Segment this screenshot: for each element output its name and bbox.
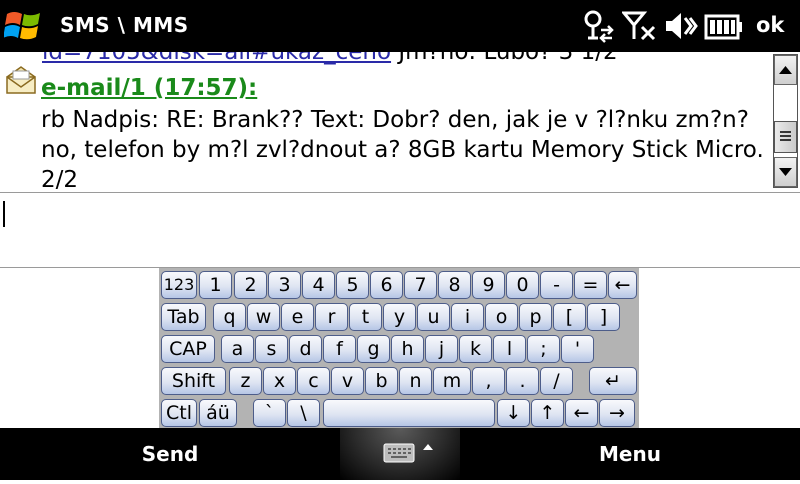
softkey-bar: Send Menu: [0, 428, 800, 480]
scroll-thumb[interactable]: [774, 121, 797, 153]
key-c[interactable]: c: [297, 367, 330, 395]
scrollbar[interactable]: [773, 54, 798, 188]
key-n[interactable]: n: [399, 367, 432, 395]
envelope-icon: [6, 66, 36, 94]
grip-icon: [780, 131, 791, 141]
key-b[interactable]: b: [365, 367, 398, 395]
key-y[interactable]: y: [383, 303, 416, 331]
key-tab[interactable]: Tab: [161, 303, 206, 331]
space-key[interactable]: [323, 399, 495, 427]
enter-key[interactable]: ↵: [589, 367, 637, 395]
arrow-down-key[interactable]: ↓: [497, 399, 530, 427]
key-7[interactable]: 7: [404, 271, 437, 299]
key-ctl[interactable]: Ctl: [161, 399, 197, 427]
key-c91[interactable]: [: [553, 303, 586, 331]
key-t[interactable]: t: [349, 303, 382, 331]
key-d[interactable]: d: [289, 335, 322, 363]
connectivity-icon[interactable]: [582, 8, 616, 44]
key-c39[interactable]: ': [561, 335, 594, 363]
key-u[interactable]: u: [417, 303, 450, 331]
text-caret: [3, 201, 5, 227]
key-c59[interactable]: ;: [527, 335, 560, 363]
key-g[interactable]: g: [357, 335, 390, 363]
previous-message-text: Jm?no: Lubo? 3 1/2: [391, 52, 618, 65]
key-z[interactable]: z: [229, 367, 262, 395]
previous-message-line: ld=7105&disk=all#ukaz_ceno Jm?no: Lubo? …: [42, 52, 618, 65]
windows-start-icon[interactable]: [3, 8, 44, 44]
key-x[interactable]: x: [263, 367, 296, 395]
arrow-down-icon: [779, 168, 792, 176]
key-1[interactable]: 1: [199, 271, 232, 299]
key-shift[interactable]: Shift: [161, 367, 226, 395]
key-6[interactable]: 6: [370, 271, 403, 299]
key-c47[interactable]: /: [540, 367, 573, 395]
key-j[interactable]: j: [425, 335, 458, 363]
app-title: SMS \ MMS: [60, 13, 189, 37]
soft-keyboard: 123 1 2 3 4 5 6 7 8 9 0- = ← Tab q w e r t y u i o p[] CAP a s d f g h…: [159, 268, 639, 428]
title-bar: SMS \ MMS ok: [0, 0, 800, 52]
key-c61[interactable]: =: [574, 271, 607, 299]
key-cap[interactable]: CAP: [161, 335, 215, 363]
key-3[interactable]: 3: [268, 271, 301, 299]
scroll-down-button[interactable]: [774, 157, 797, 187]
key-9[interactable]: 9: [472, 271, 505, 299]
key-áü[interactable]: áü: [199, 399, 237, 427]
scroll-up-button[interactable]: [774, 55, 797, 85]
message-header[interactable]: e-mail/1 (17:57):: [41, 75, 257, 101]
message-input[interactable]: [0, 193, 800, 268]
key-5[interactable]: 5: [336, 271, 369, 299]
arrow-up-icon: [779, 66, 792, 74]
key-c45[interactable]: -: [540, 271, 573, 299]
key-f[interactable]: f: [323, 335, 356, 363]
key-c93[interactable]: ]: [587, 303, 620, 331]
backspace-key[interactable]: ←: [608, 271, 637, 299]
key-p[interactable]: p: [519, 303, 552, 331]
key-123[interactable]: 123: [161, 271, 197, 299]
key-v[interactable]: v: [331, 367, 364, 395]
keyboard-icon: [383, 443, 433, 463]
arrow-left-key[interactable]: ←: [565, 399, 598, 427]
send-button[interactable]: Send: [0, 428, 340, 480]
key-c92[interactable]: \: [287, 399, 320, 427]
key-4[interactable]: 4: [302, 271, 335, 299]
arrow-up-key[interactable]: ↑: [531, 399, 564, 427]
key-c46[interactable]: .: [506, 367, 539, 395]
menu-button[interactable]: Menu: [460, 428, 800, 480]
key-i[interactable]: i: [451, 303, 484, 331]
key-q[interactable]: q: [213, 303, 246, 331]
message-view[interactable]: ld=7105&disk=all#ukaz_ceno Jm?no: Lubo? …: [0, 52, 800, 193]
key-c96[interactable]: `: [253, 399, 286, 427]
key-e[interactable]: e: [281, 303, 314, 331]
key-s[interactable]: s: [255, 335, 288, 363]
key-2[interactable]: 2: [234, 271, 267, 299]
key-m[interactable]: m: [433, 367, 471, 395]
key-o[interactable]: o: [485, 303, 518, 331]
battery-icon[interactable]: [704, 8, 744, 44]
ok-button[interactable]: ok: [756, 13, 784, 37]
key-l[interactable]: l: [493, 335, 526, 363]
signal-off-icon[interactable]: [622, 8, 658, 44]
message-body: rb Nadpis: RE: Brank?? Text: Dobr? den, …: [41, 107, 764, 193]
key-a[interactable]: a: [221, 335, 254, 363]
key-c44[interactable]: ,: [472, 367, 505, 395]
message-link[interactable]: ld=7105&disk=all#ukaz_ceno: [42, 52, 391, 65]
key-w[interactable]: w: [247, 303, 280, 331]
key-r[interactable]: r: [315, 303, 348, 331]
key-k[interactable]: k: [459, 335, 492, 363]
key-8[interactable]: 8: [438, 271, 471, 299]
key-0[interactable]: 0: [506, 271, 539, 299]
input-panel-button[interactable]: [340, 428, 460, 480]
speaker-muted-icon[interactable]: [664, 8, 700, 44]
arrow-right-key[interactable]: →: [599, 399, 635, 427]
key-h[interactable]: h: [391, 335, 424, 363]
